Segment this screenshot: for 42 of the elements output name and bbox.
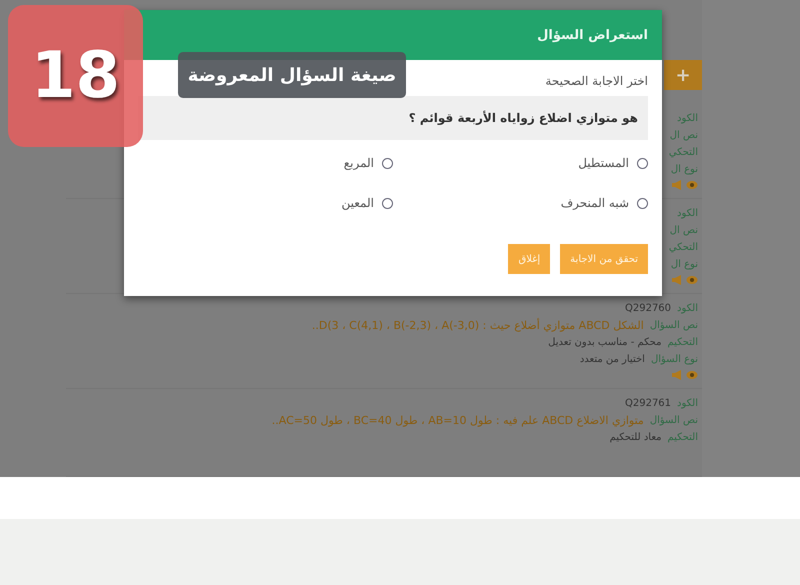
radio-button[interactable] (637, 198, 648, 208)
radio-button[interactable] (382, 158, 393, 168)
field-label: الكود (677, 112, 698, 126)
field-value: معاد للتحكيم (610, 430, 662, 445)
field-label: نوع السؤال (650, 352, 698, 367)
answer-option[interactable]: المعين (138, 196, 393, 210)
answer-option[interactable]: المربع (138, 156, 393, 170)
field-label: نص السؤال (650, 318, 698, 333)
dialog-title: استعراض السؤال (537, 28, 648, 42)
question-text: هو متوازي اضلاع زواياه الأربعة قوائم ؟ (408, 111, 638, 125)
field-label: التحكي (668, 240, 698, 255)
field-value: اختيار من متعدد (580, 352, 645, 367)
answer-option[interactable]: شبه المنحرف (393, 196, 648, 210)
answer-option[interactable]: المستطيل (393, 156, 648, 170)
field-label: نص ال (670, 128, 698, 143)
field-value: Q292760 (624, 302, 672, 316)
option-label: المستطيل (578, 156, 629, 170)
field-value: الشكل ABCD متوازي أضلاع حيث : D(3 ، C(4,1) ، B(-2,3) ، A(-3,0).. (312, 318, 644, 333)
eye-icon[interactable] (686, 274, 698, 285)
prompt-text: اختر الاجابة الصحيحة (545, 74, 648, 88)
field-label: الكود (677, 206, 698, 221)
option-label: المربع (344, 156, 374, 170)
field-label: نوع ال (670, 258, 698, 272)
field-label: التحكيم (668, 430, 698, 445)
field-value: متوازي الاضلاع ABCD علم فيه : طول AB=10 ، طول BC=40 ، طول AC=50.. (272, 414, 644, 428)
field-value: محكم - مناسب بدون تعديل (548, 336, 662, 350)
option-label: المعين (342, 196, 374, 210)
field-value: Q292761 (624, 396, 672, 411)
option-label: شبه المنحرف (560, 196, 629, 210)
eye-icon[interactable] (686, 370, 698, 380)
radio-button[interactable] (637, 158, 648, 168)
step-number: 18 (8, 5, 143, 147)
eye-icon[interactable] (686, 180, 698, 190)
field-label: التحكي (668, 146, 698, 160)
caption-label: صيغة السؤال المعروضة (178, 52, 406, 98)
field-label: الكود (677, 302, 698, 316)
field-label: نص ال (670, 224, 698, 238)
radio-button[interactable] (382, 198, 393, 208)
field-label: نص السؤال (650, 414, 698, 428)
field-label: نوع ال (670, 162, 698, 177)
field-label: التحكيم (668, 336, 698, 350)
field-label: الكود (677, 396, 698, 411)
